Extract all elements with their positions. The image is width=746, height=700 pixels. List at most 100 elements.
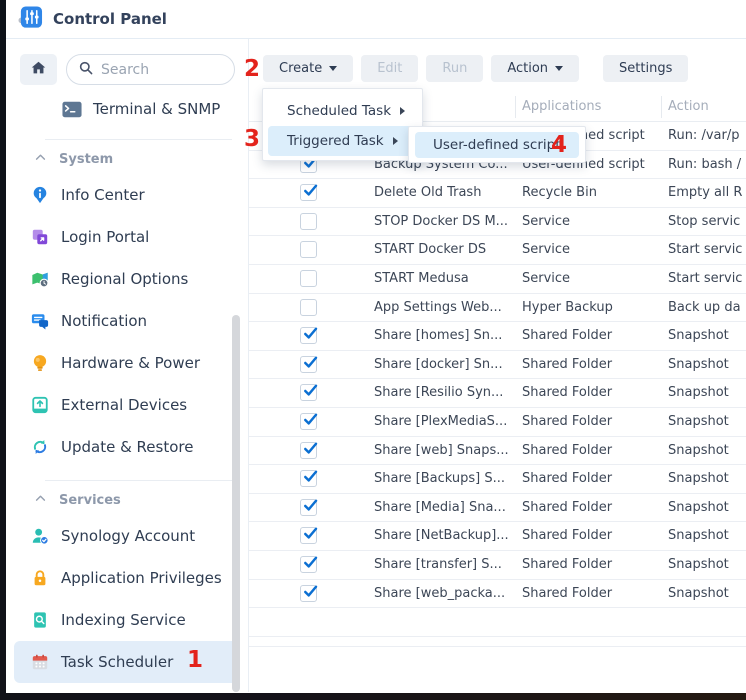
sidebar-item-update-restore[interactable]: Update & Restore <box>6 426 248 468</box>
application-cell: Shared Folder <box>522 443 660 458</box>
terminal-icon <box>62 100 82 119</box>
row-checkbox[interactable] <box>300 384 317 401</box>
row-checkbox[interactable] <box>300 499 317 516</box>
task-name-cell: Delete Old Trash <box>374 185 516 200</box>
sidebar-item-label: Synology Account <box>61 527 195 545</box>
empty-row <box>249 608 746 637</box>
action-cell: Start servic <box>668 271 746 286</box>
application-cell: Shared Folder <box>522 586 660 601</box>
sidebar-item-label: Hardware & Power <box>61 354 200 372</box>
row-checkbox[interactable] <box>300 585 317 602</box>
sidebar-item-application-privileges[interactable]: Application Privileges <box>6 557 248 599</box>
menu-item-scheduled-task[interactable]: Scheduled Task <box>268 96 417 126</box>
table-row[interactable]: START Docker DS Service Start servic <box>249 236 746 265</box>
sidebar-item-regional-options[interactable]: Regional Options <box>6 258 248 300</box>
row-checkbox[interactable] <box>300 327 317 344</box>
step-annotation-3: 3 <box>244 128 260 151</box>
task-name-cell: STOP Docker DS M... <box>374 214 516 229</box>
settings-button[interactable]: Settings <box>603 55 688 82</box>
search-box[interactable] <box>66 54 235 85</box>
sidebar-item-label: Login Portal <box>61 228 149 246</box>
search-input[interactable] <box>101 62 201 78</box>
row-checkbox[interactable] <box>300 442 317 459</box>
caret-down-icon <box>329 66 337 71</box>
action-cell: Run: bash / <box>668 157 746 172</box>
create-button[interactable]: Create <box>263 55 353 82</box>
table-row[interactable]: Share [NetBackup]... Shared Folder Snaps… <box>249 522 746 551</box>
action-column-header[interactable]: Action <box>668 99 709 114</box>
control-panel-app-icon <box>18 5 43 34</box>
sidebar-item-label: Terminal & SNMP <box>93 100 220 118</box>
sidebar-item-task-scheduler[interactable]: Task Scheduler <box>14 641 238 683</box>
table-row[interactable]: Share [docker] Sn... Shared Folder Snaps… <box>249 351 746 380</box>
run-button[interactable]: Run <box>426 55 483 82</box>
table-row[interactable]: Share [transfer] S... Shared Folder Snap… <box>249 551 746 580</box>
sidebar: Terminal & SNMP System Info Center Login… <box>6 39 249 692</box>
task-name-cell: START Docker DS <box>374 242 516 257</box>
row-checkbox[interactable] <box>300 556 317 573</box>
row-checkbox[interactable] <box>300 299 317 316</box>
table-row[interactable]: Share [PlexMediaS... Shared Folder Snaps… <box>249 408 746 437</box>
application-cell: Service <box>522 214 660 229</box>
table-row[interactable]: Share [Media] Sna... Shared Folder Snaps… <box>249 494 746 523</box>
info-center-icon <box>30 186 50 204</box>
task-name-cell: Share [homes] Sn... <box>374 328 516 343</box>
create-dropdown-menu: Scheduled Task Triggered Task <box>262 88 423 161</box>
row-checkbox[interactable] <box>300 184 317 201</box>
row-checkbox[interactable] <box>300 356 317 373</box>
chevron-up-icon <box>34 151 47 168</box>
row-checkbox[interactable] <box>300 241 317 258</box>
table-row[interactable]: Share [web_packa... Shared Folder Snapsh… <box>249 580 746 609</box>
task-name-cell: Share [transfer] S... <box>374 557 516 572</box>
sidebar-item-login-portal[interactable]: Login Portal <box>6 216 248 258</box>
sidebar-divider <box>45 480 232 481</box>
table-row[interactable]: STOP Docker DS M... Service Stop servic <box>249 208 746 237</box>
application-cell: Shared Folder <box>522 385 660 400</box>
sidebar-item-external-devices[interactable]: External Devices <box>6 384 248 426</box>
toolbar: Create Edit Run Action Settings <box>249 39 746 82</box>
action-button[interactable]: Action <box>491 55 579 82</box>
row-checkbox[interactable] <box>300 270 317 287</box>
table-row[interactable]: Share [Backups] S... Shared Folder Snaps… <box>249 465 746 494</box>
action-cell: Stop servic <box>668 214 746 229</box>
table-end-line <box>249 637 746 647</box>
action-cell: Start servic <box>668 242 746 257</box>
row-checkbox[interactable] <box>300 527 317 544</box>
task-name-cell: START Medusa <box>374 271 516 286</box>
sidebar-item-indexing-service[interactable]: Indexing Service <box>6 599 248 641</box>
home-button[interactable] <box>20 54 57 85</box>
step-annotation-4: 4 <box>551 134 567 157</box>
table-row[interactable]: START Medusa Service Start servic <box>249 265 746 294</box>
action-cell: Snapshot <box>668 500 746 515</box>
table-row[interactable]: Delete Old Trash Recycle Bin Empty all R <box>249 179 746 208</box>
sidebar-section-header-system[interactable]: System <box>6 144 248 174</box>
sidebar-item-info-center[interactable]: Info Center <box>6 174 248 216</box>
row-checkbox[interactable] <box>300 470 317 487</box>
sidebar-scrollbar[interactable] <box>232 315 240 692</box>
action-cell: Empty all R <box>668 185 746 200</box>
application-cell: Shared Folder <box>522 328 660 343</box>
sidebar-item-hardware-power[interactable]: Hardware & Power <box>6 342 248 384</box>
sidebar-item-label: Regional Options <box>61 270 188 288</box>
row-checkbox[interactable] <box>300 413 317 430</box>
sidebar-item-notification[interactable]: Notification <box>6 300 248 342</box>
action-cell: Snapshot <box>668 586 746 601</box>
application-cell: Shared Folder <box>522 557 660 572</box>
action-cell: Snapshot <box>668 471 746 486</box>
sidebar-item-terminal-snmp[interactable]: Terminal & SNMP <box>6 91 248 127</box>
table-row[interactable]: Share [web] Snaps... Shared Folder Snaps… <box>249 437 746 466</box>
synology-account-icon <box>30 527 50 545</box>
task-name-cell: Share [web] Snaps... <box>374 443 516 458</box>
task-name-cell: Share [web_packa... <box>374 586 516 601</box>
applications-column-header[interactable]: Applications <box>522 99 601 114</box>
sidebar-section-header-services[interactable]: Services <box>6 485 248 515</box>
table-row[interactable]: Share [homes] Sn... Shared Folder Snapsh… <box>249 322 746 351</box>
sidebar-item-synology-account[interactable]: Synology Account <box>6 515 248 557</box>
row-checkbox[interactable] <box>300 213 317 230</box>
table-row[interactable]: App Settings Web... Hyper Backup Back up… <box>249 294 746 323</box>
menu-item-triggered-task[interactable]: Triggered Task <box>268 126 417 156</box>
table-row[interactable]: Share [Resilio Syn... Shared Folder Snap… <box>249 379 746 408</box>
edit-button[interactable]: Edit <box>361 55 418 82</box>
hardware-power-icon <box>30 354 50 372</box>
application-cell: Shared Folder <box>522 414 660 429</box>
